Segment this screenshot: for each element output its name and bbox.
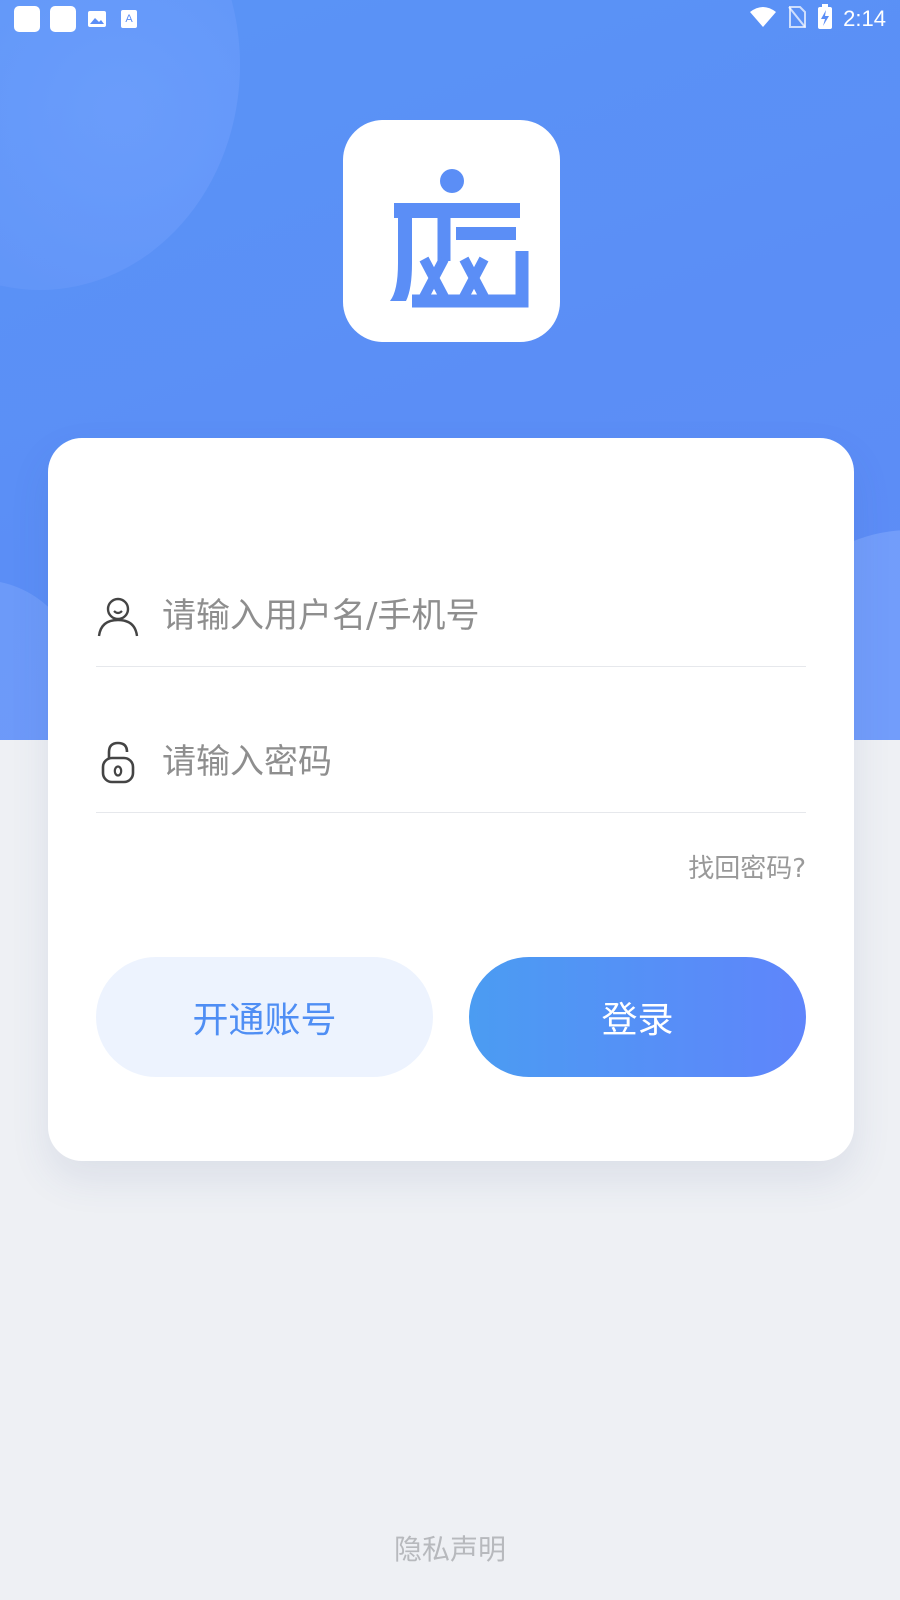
svg-text:A: A [125,13,133,25]
register-button[interactable]: 开通账号 [96,957,433,1077]
image-icon [86,8,108,30]
user-icon [96,594,140,638]
login-card: 找回密码? 开通账号 登录 [48,438,854,1161]
login-button[interactable]: 登录 [469,957,806,1077]
password-field [96,712,806,813]
status-bar: A 2:14 [0,0,900,36]
clock-time: 2:14 [843,6,886,31]
battery-charging-icon [817,4,833,34]
wifi-icon [749,6,777,32]
username-field [96,566,806,667]
lock-icon [96,740,140,784]
app-logo-glyph-icon [389,169,528,308]
decorative-circle [0,0,240,290]
forgot-password-link[interactable]: 找回密码? [688,848,806,885]
username-input[interactable] [162,596,782,636]
no-sim-icon [787,5,807,33]
app-logo [343,120,560,342]
text-icon: A [118,8,140,30]
password-input[interactable] [162,742,782,782]
privacy-statement-link[interactable]: 隐私声明 [0,1528,900,1568]
app-notification-icon [50,6,76,32]
app-notification-icon [14,6,40,32]
